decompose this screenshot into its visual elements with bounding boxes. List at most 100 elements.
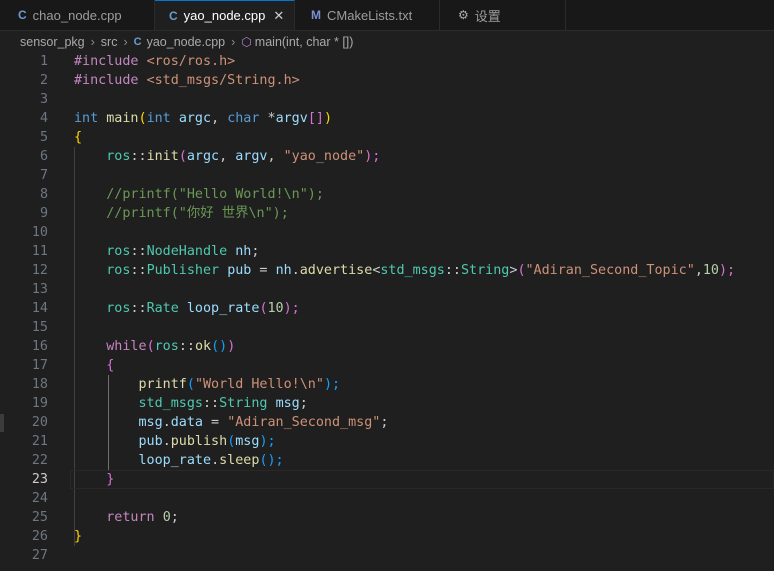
code-line: 6 ros::init(argc, argv, "yao_node"); [0,147,774,166]
code-line: 21 pub.publish(msg); [0,432,774,451]
code-text: { [106,358,115,373]
code-line: 7 [0,166,774,185]
breadcrumb-symbol[interactable]: main(int, char * []) [255,35,354,49]
method-symbol-icon: ⬡ [241,35,252,49]
line-number: 22 [31,453,48,468]
line-number: 10 [31,225,48,240]
code-line: 3 [0,90,774,109]
code-text: ros::Rate loop_rate(10); [106,301,300,316]
tab-label: yao_node.cpp [183,8,266,23]
line-number: 7 [39,168,48,183]
cmake-file-icon: M [311,8,321,22]
tab-yao-node-cpp[interactable]: C yao_node.cpp ✕ [155,0,295,30]
code-line: 5{ [0,128,774,147]
line-number: 5 [39,130,48,145]
code-line: 24 [0,489,774,508]
code-text: loop_rate.sleep(); [138,453,284,468]
code-text: { [74,130,83,145]
code-line: 1 #include <ros/ros.h> [0,52,774,71]
cpp-file-icon: C [133,36,142,48]
code-text: ros::init(argc, argv, "yao_node"); [106,149,381,164]
code-comment: //printf("你好 世界\n"); [74,206,289,221]
editor-tab-bar: C chao_node.cpp C yao_node.cpp ✕ M CMake… [0,0,774,31]
code-text: printf("World Hello!\n"); [138,377,341,392]
code-line: 4 int main(int argc, char *argv[]) [0,109,774,128]
code-text: msg.data = "Adiran_Second_msg"; [138,415,389,430]
code-line: 22 loop_rate.sleep(); [0,451,774,470]
code-comment: //printf("Hello World!\n"); [74,187,324,202]
tab-cmakelists-txt[interactable]: M CMakeLists.txt [295,0,440,30]
line-number: 16 [31,339,48,354]
line-number: 13 [31,282,48,297]
line-number: 14 [31,301,48,316]
chevron-right-icon: › [123,35,128,49]
code-line: 19 std_msgs::String msg; [0,394,774,413]
code-text: while(ros::ok()) [106,339,236,354]
code-text: return 0; [106,510,179,525]
line-number: 2 [39,73,48,88]
code-line: 2 #include <std_msgs/String.h> [0,71,774,90]
line-number: 8 [39,187,48,202]
code-text: ros::NodeHandle nh; [106,244,260,259]
line-number: 4 [39,111,48,126]
code-line: 18 printf("World Hello!\n"); [0,375,774,394]
code-line: 20 msg.data = "Adiran_Second_msg"; [0,413,774,432]
current-line-highlight [70,470,774,489]
cpp-file-icon: C [18,8,27,22]
current-code-line: 23 } [0,470,774,489]
line-number: 3 [39,92,48,107]
code-line: 15 [0,318,774,337]
code-line: 13 [0,280,774,299]
line-number: 18 [31,377,48,392]
breadcrumb-folder-sensor-pkg[interactable]: sensor_pkg [20,35,85,49]
breadcrumb-file[interactable]: yao_node.cpp [147,35,226,49]
line-number: 6 [39,149,48,164]
tab-label: chao_node.cpp [32,7,122,23]
code-line: 27 [0,546,774,565]
line-number: 26 [31,529,48,544]
tab-label: CMakeLists.txt [327,7,413,23]
code-text: ros::Publisher pub = nh.advertise<std_ms… [106,263,736,278]
code-text: } [106,472,115,487]
line-number: 11 [31,244,48,259]
code-line: 9 //printf("你好 世界\n"); [0,204,774,223]
code-line: 12 ros::Publisher pub = nh.advertise<std… [0,261,774,280]
code-text: pub.publish(msg); [138,434,276,449]
line-number: 19 [31,396,48,411]
code-editor[interactable]: 1 #include <ros/ros.h> 2 #include <std_msg… [0,52,774,571]
line-number: 24 [31,491,48,506]
cpp-file-icon: C [169,8,178,23]
line-number: 1 [39,54,48,69]
line-number: 15 [31,320,48,335]
line-number: 27 [31,548,48,563]
line-number: 12 [31,263,48,278]
tab-chao-node-cpp[interactable]: C chao_node.cpp [0,0,155,30]
breadcrumb-folder-src[interactable]: src [101,35,118,49]
code-line: 25 return 0; [0,508,774,527]
settings-icon: ⚙ [458,8,469,22]
code-line: 16 while(ros::ok()) [0,337,774,356]
line-number: 23 [31,472,48,487]
code-line: 8 //printf("Hello World!\n"); [0,185,774,204]
code-text: #include <ros/ros.h> [74,54,236,69]
code-line: 10 [0,223,774,242]
code-line: 11 ros::NodeHandle nh; [0,242,774,261]
code-line: 14 ros::Rate loop_rate(10); [0,299,774,318]
code-line: 17 { [0,356,774,375]
line-number: 25 [31,510,48,525]
breadcrumb: sensor_pkg › src › C yao_node.cpp › ⬡ ma… [0,31,774,53]
line-number: 9 [39,206,48,221]
line-number: 20 [31,415,48,430]
chevron-right-icon: › [90,35,95,49]
code-text: int main(int argc, char *argv[]) [74,111,332,126]
chevron-right-icon: › [231,35,236,49]
close-icon[interactable]: ✕ [273,8,284,24]
tab-settings[interactable]: ⚙ 设置 [440,0,566,30]
code-text: std_msgs::String msg; [138,396,308,411]
line-number: 17 [31,358,48,373]
line-number: 21 [31,434,48,449]
code-line: 26} [0,527,774,546]
code-text: } [74,529,83,544]
tab-label: 设置 [474,8,501,24]
code-text: #include <std_msgs/String.h> [74,73,300,88]
